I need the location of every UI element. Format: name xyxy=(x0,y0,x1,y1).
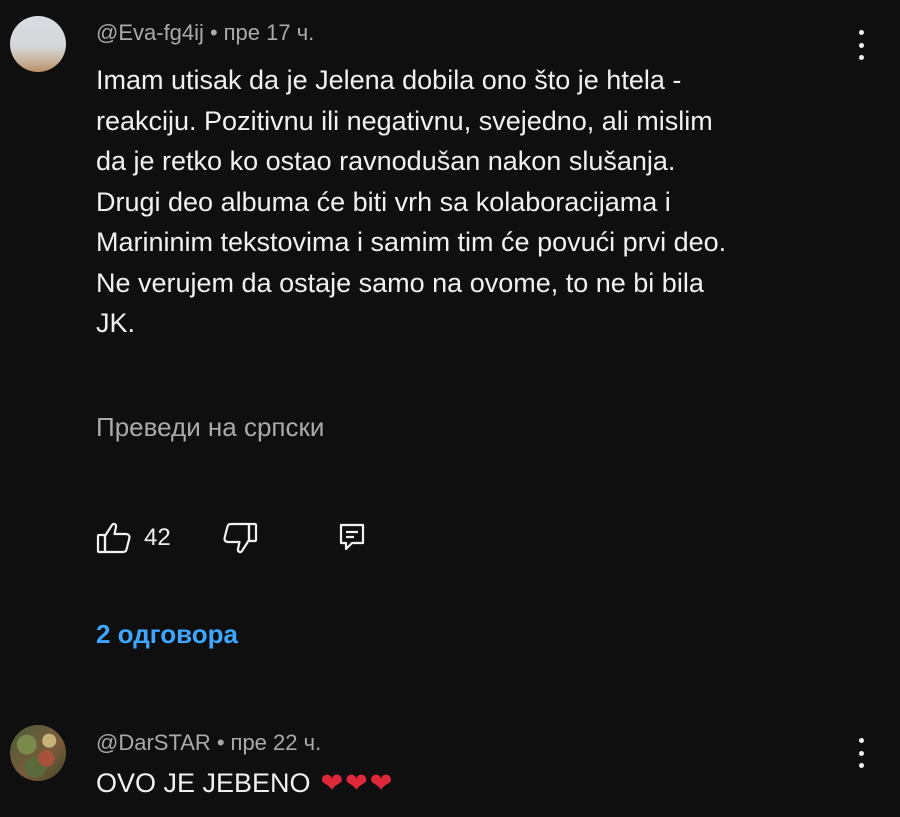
avatar[interactable] xyxy=(10,725,66,781)
comment-text-line: Imam utisak da je Jelena dobila ono što … xyxy=(96,65,682,95)
more-vertical-icon[interactable] xyxy=(851,738,871,768)
author-name[interactable]: @DarSTAR xyxy=(96,730,211,755)
comment-text-line: JK. xyxy=(96,308,136,338)
author-name[interactable]: @Eva-fg4ij xyxy=(96,20,204,45)
avatar[interactable] xyxy=(10,16,66,72)
comment-text-line: Ne verujem da ostaje samo na ovome, to n… xyxy=(96,267,704,298)
like-button[interactable]: 42 xyxy=(96,521,171,555)
comment-time[interactable]: пре 17 ч. xyxy=(224,20,315,45)
meta-separator: • xyxy=(209,20,218,45)
comment-text-line: Marininim tekstovima i samim tim će povu… xyxy=(96,227,727,257)
comment-text-content: OVO JE JEBENO xyxy=(96,768,311,798)
comment-text-line: reakciju. Pozitivnu ili negativnu, sveje… xyxy=(96,105,713,136)
thumbs-up-icon xyxy=(96,521,132,555)
comment-meta: @Eva-fg4ij • пре 17 ч. xyxy=(96,20,314,46)
meta-separator: • xyxy=(216,730,225,755)
more-vertical-icon[interactable] xyxy=(851,30,871,60)
translate-link[interactable]: Преведи на српски xyxy=(96,412,324,443)
comment-meta: @DarSTAR • пре 22 ч. xyxy=(96,730,321,756)
comment-text-line: da je retko ko ostao ravnodušan nakon sl… xyxy=(96,146,676,176)
comment-text-line: Drugi deo albuma će biti vrh sa kolabora… xyxy=(96,186,671,217)
comment-time[interactable]: пре 22 ч. xyxy=(231,730,322,755)
comment-text: OVO JE JEBENO ❤❤❤ xyxy=(96,768,394,799)
replies-toggle[interactable]: 2 одговора xyxy=(96,619,238,650)
reply-icon xyxy=(338,522,366,552)
reply-button[interactable] xyxy=(338,522,366,552)
comment-text: Imam utisak da je Jelena dobila ono što … xyxy=(96,60,876,344)
heart-emoji: ❤❤❤ xyxy=(320,768,395,798)
thumbs-down-icon xyxy=(222,521,258,555)
dislike-button[interactable] xyxy=(222,521,258,555)
like-count: 42 xyxy=(144,524,171,551)
